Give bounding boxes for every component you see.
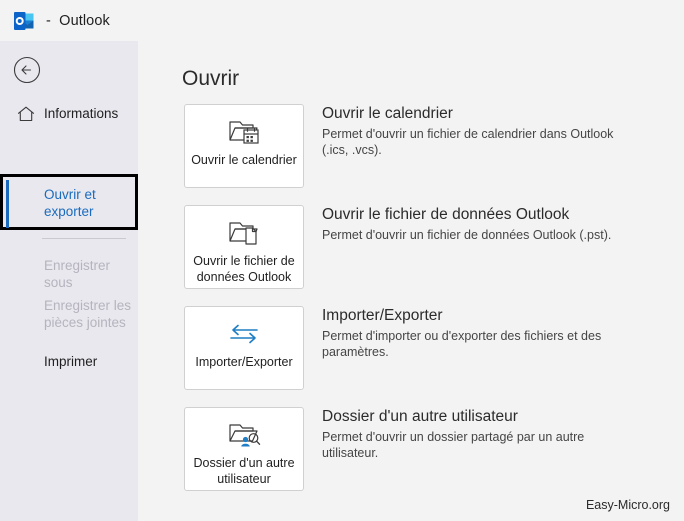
home-icon [16, 104, 36, 124]
sidebar-item-informations[interactable]: Informations [0, 101, 138, 127]
watermark: Easy-Micro.org [585, 498, 670, 512]
option-description-block: Ouvrir le fichier de données Outlook Per… [322, 205, 622, 243]
option-description-block: Ouvrir le calendrier Permet d'ouvrir un … [322, 104, 622, 158]
main-content: Ouvrir Ouvrir le calendrier Ouvrir le ca… [138, 41, 684, 521]
sidebar-item-label: Ouvrir et exporter [44, 187, 96, 219]
option-row: Ouvrir le calendrier Ouvrir le calendrie… [138, 104, 684, 205]
option-heading: Importer/Exporter [322, 307, 443, 324]
folder-user-search-icon [226, 419, 262, 451]
sidebar: Informations Ouvrir et exporter Enregist… [0, 41, 138, 521]
option-card-label: Importer/Exporter [195, 355, 293, 369]
open-calendar-button[interactable]: Ouvrir le calendrier [184, 104, 304, 188]
sidebar-item-label: Enregistrer sous [44, 258, 111, 290]
option-card-label: Ouvrir le fichier de données Outlook [193, 254, 295, 284]
option-description-block: Dossier d'un autre utilisateur Permet d'… [322, 407, 622, 461]
page-title: Ouvrir [182, 67, 240, 90]
open-other-user-folder-button[interactable]: Dossier d'un autre utilisateur [184, 407, 304, 491]
option-description: Permet d'ouvrir un fichier de données Ou… [322, 228, 612, 242]
open-outlook-data-file-button[interactable]: Ouvrir le fichier de données Outlook [184, 205, 304, 289]
sidebar-divider [42, 238, 126, 239]
option-card-label: Dossier d'un autre utilisateur [193, 456, 295, 486]
option-heading: Ouvrir le fichier de données Outlook [322, 206, 570, 223]
sidebar-item-label: Imprimer [44, 354, 98, 369]
option-description-block: Importer/Exporter Permet d'importer ou d… [322, 306, 622, 360]
sidebar-item-imprimer[interactable]: Imprimer [0, 354, 138, 374]
folder-calendar-icon [226, 116, 262, 148]
option-description: Permet d'ouvrir un dossier partagé par u… [322, 430, 585, 460]
import-export-arrows-icon [226, 318, 262, 350]
folder-file-icon [226, 217, 262, 249]
option-card-label: Ouvrir le calendrier [191, 153, 297, 167]
sidebar-item-enregistrer-sous: Enregistrer sous [0, 258, 138, 290]
option-heading: Dossier d'un autre utilisateur [322, 408, 518, 425]
window-title: - Outlook [46, 12, 110, 29]
option-heading: Ouvrir le calendrier [322, 105, 453, 122]
option-row: Dossier d'un autre utilisateur Dossier d… [138, 407, 684, 508]
sidebar-item-label: Enregistrer les pièces jointes [44, 298, 132, 330]
sidebar-item-enregistrer-pieces-jointes: Enregistrer les pièces jointes [0, 298, 138, 336]
sidebar-item-label: Informations [44, 105, 119, 121]
back-arrow-icon[interactable] [13, 56, 41, 84]
selection-accent-bar [6, 180, 9, 228]
import-export-button[interactable]: Importer/Exporter [184, 306, 304, 390]
outlook-logo-icon [12, 9, 36, 33]
option-description: Permet d'importer ou d'exporter des fich… [322, 329, 602, 359]
option-row: Importer/Exporter Importer/Exporter Perm… [138, 306, 684, 407]
option-description: Permet d'ouvrir un fichier de calendrier… [322, 127, 614, 157]
option-row: Ouvrir le fichier de données Outlook Ouv… [138, 205, 684, 306]
sidebar-item-ouvrir-et-exporter[interactable]: Ouvrir et exporter [0, 174, 138, 230]
title-bar: - Outlook [0, 0, 684, 41]
